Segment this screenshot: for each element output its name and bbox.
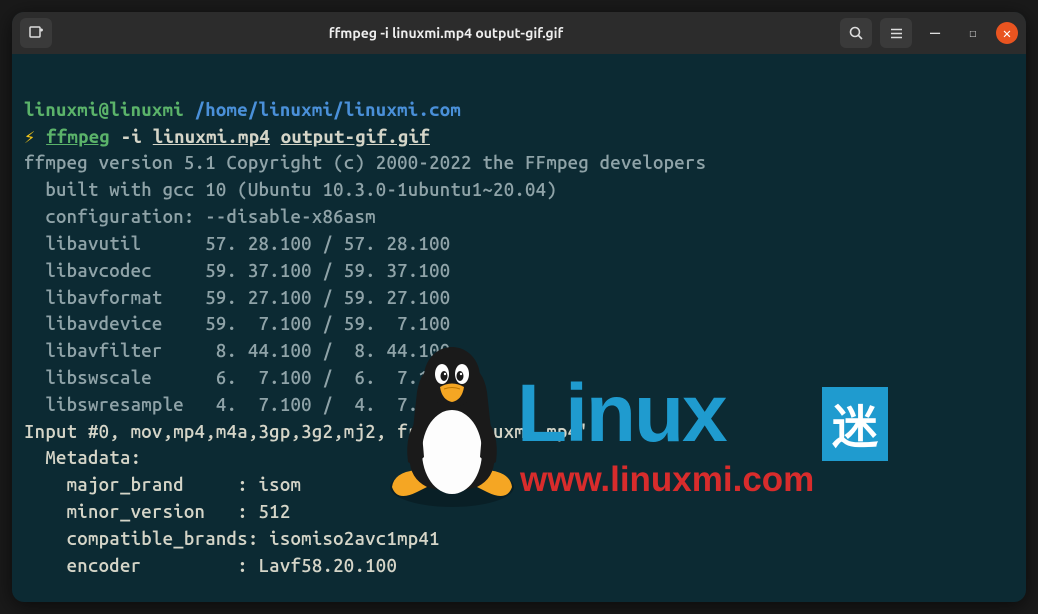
- output-line: libavformat 59. 27.100 / 59. 27.100: [24, 288, 450, 308]
- titlebar: ffmpeg -i linuxmi.mp4 output-gif.gif — ☐…: [12, 12, 1026, 54]
- output-line: Metadata:: [24, 448, 141, 468]
- output-line: minor_version : 512: [24, 502, 291, 522]
- window-title: ffmpeg -i linuxmi.mp4 output-gif.gif: [60, 25, 832, 41]
- prompt-symbol: ⚡: [24, 127, 35, 147]
- minimize-icon: —: [930, 23, 940, 43]
- output-line: libswscale 6. 7.100 / 6. 7.100: [24, 368, 450, 388]
- new-tab-button[interactable]: [20, 18, 52, 48]
- output-line: compatible_brands: isomiso2avc1mp41: [24, 529, 440, 549]
- terminal-body[interactable]: linuxmi@linuxmi /home/linuxmi/linuxmi.co…: [12, 54, 1026, 602]
- new-tab-icon: [28, 25, 44, 41]
- output-line: libavcodec 59. 37.100 / 59. 37.100: [24, 261, 450, 281]
- output-line: libavfilter 8. 44.100 / 8. 44.100: [24, 341, 450, 361]
- command-name: ffmpeg: [46, 127, 110, 147]
- prompt-cwd: /home/linuxmi/linuxmi.com: [195, 100, 462, 120]
- output-line: libswresample 4. 7.100 / 4. 7.100: [24, 395, 450, 415]
- search-button[interactable]: [840, 18, 872, 48]
- minimize-button[interactable]: —: [920, 18, 950, 48]
- hamburger-icon: [889, 26, 904, 41]
- maximize-icon: ☐: [969, 26, 976, 40]
- output-line: libavutil 57. 28.100 / 57. 28.100: [24, 234, 450, 254]
- close-icon: ✕: [1003, 25, 1011, 42]
- command-flag: -i: [121, 127, 142, 147]
- prompt-user-host: linuxmi@linuxmi: [24, 100, 184, 120]
- output-line: built with gcc 10 (Ubuntu 10.3.0-1ubuntu…: [24, 180, 557, 200]
- output-line: ffmpeg version 5.1 Copyright (c) 2000-20…: [24, 153, 706, 173]
- maximize-button[interactable]: ☐: [958, 18, 988, 48]
- close-button[interactable]: ✕: [996, 22, 1018, 44]
- terminal-window: ffmpeg -i linuxmi.mp4 output-gif.gif — ☐…: [12, 12, 1026, 602]
- output-line: Input #0, mov,mp4,m4a,3gp,3g2,mj2, from …: [24, 422, 600, 442]
- search-icon: [849, 26, 864, 41]
- command-output-file: output-gif.gif: [281, 127, 430, 147]
- output-line: libavdevice 59. 7.100 / 59. 7.100: [24, 314, 450, 334]
- output-line: major_brand : isom: [24, 475, 301, 495]
- command-input-file: linuxmi.mp4: [153, 127, 270, 147]
- output-line: encoder : Lavf58.20.100: [24, 556, 397, 576]
- output-line: configuration: --disable-x86asm: [24, 207, 376, 227]
- menu-button[interactable]: [880, 18, 912, 48]
